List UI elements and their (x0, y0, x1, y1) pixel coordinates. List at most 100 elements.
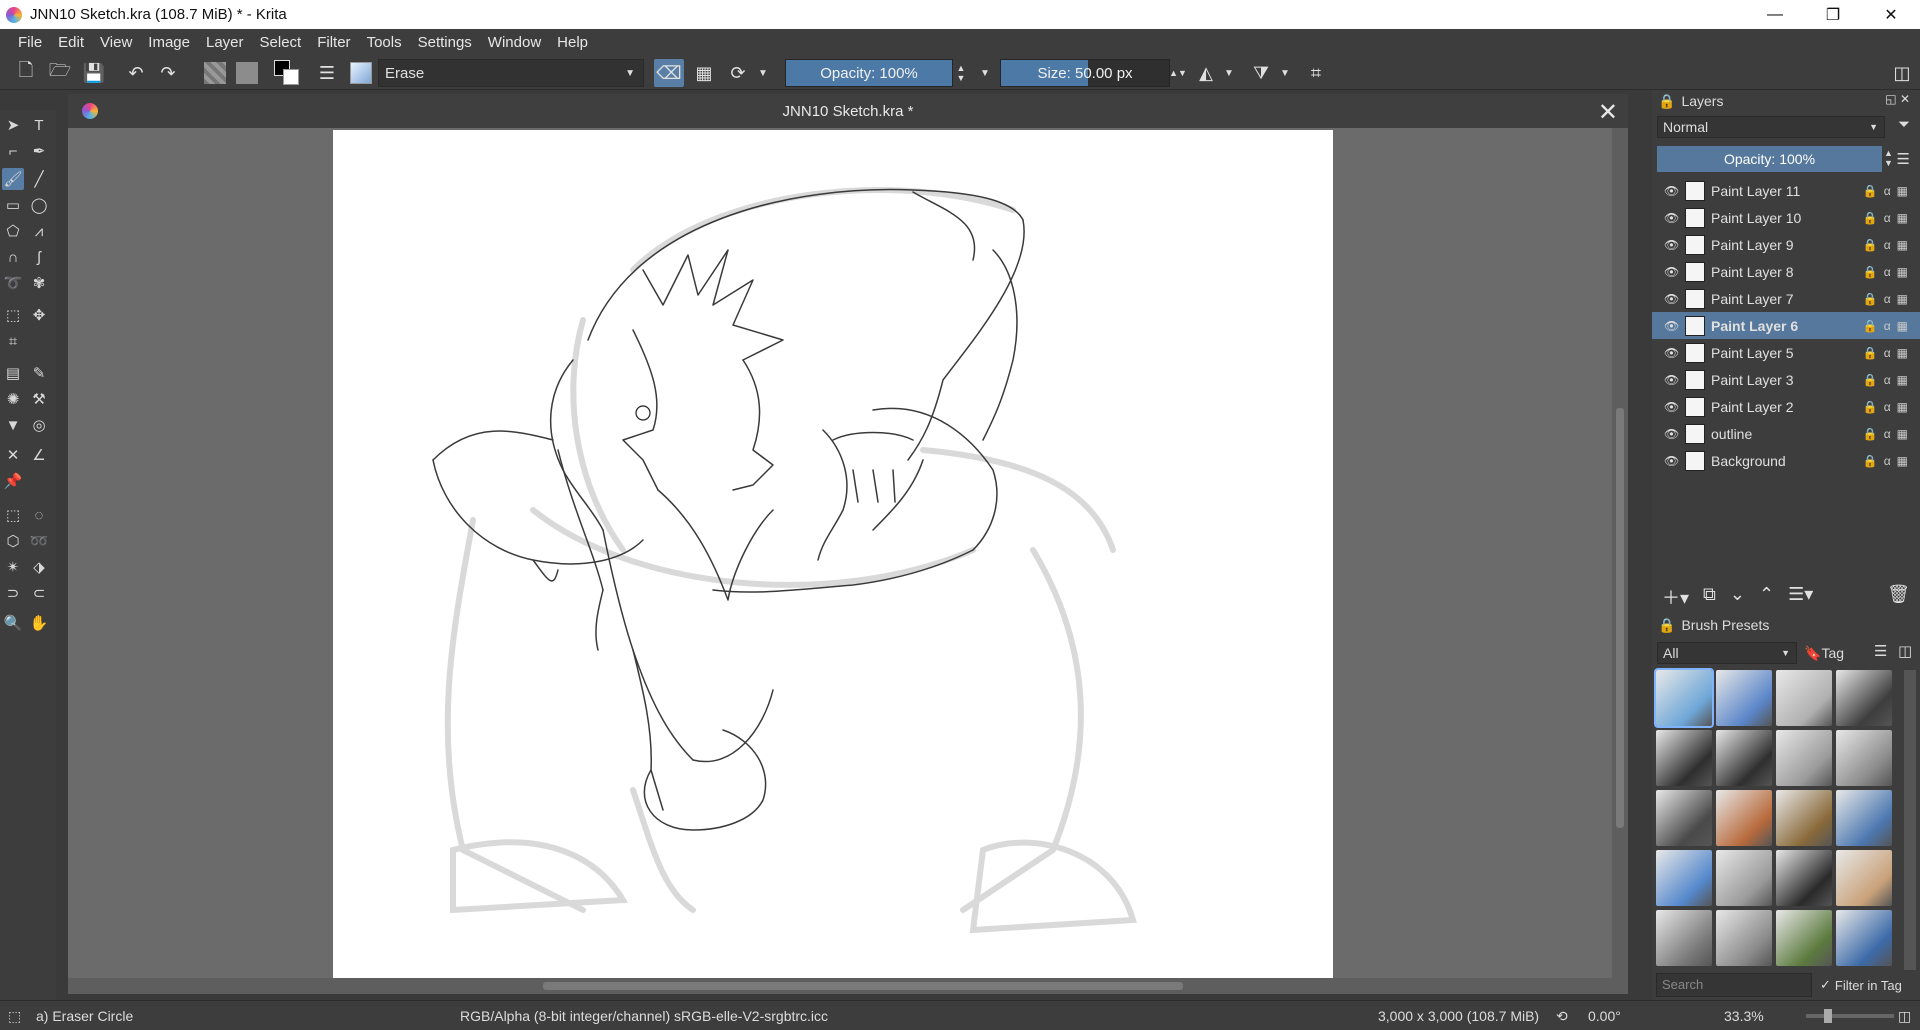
layer-row[interactable]: 👁 Paint Layer 2 🔒α▦ (1652, 393, 1920, 420)
menu-layer[interactable]: Layer (198, 34, 252, 51)
pattern-selector-icon[interactable] (234, 59, 260, 87)
zoom-slider-handle[interactable] (1824, 1009, 1832, 1023)
layer-property-icons[interactable]: 🔒α▦ (1863, 346, 1914, 360)
polygon-select-icon[interactable]: ⬡ (2, 530, 24, 552)
brush-preset-item[interactable] (1836, 790, 1892, 846)
delete-layer-icon[interactable]: 🗑 (1887, 584, 1910, 605)
brush-preset-item[interactable] (1656, 910, 1712, 966)
menu-help[interactable]: Help (549, 34, 596, 51)
layer-row[interactable]: 👁 Paint Layer 8 🔒α▦ (1652, 258, 1920, 285)
preserve-alpha-icon[interactable]: ▦ (690, 59, 718, 87)
brush-preset-item[interactable] (1776, 850, 1832, 906)
layer-opacity-stepper[interactable]: ▲ ▼ (1884, 148, 1893, 168)
visibility-eye-icon[interactable]: 👁 (1664, 184, 1679, 198)
calligraphy-icon[interactable]: ✒ (28, 140, 50, 162)
add-layer-icon[interactable]: ＋▾ (1662, 584, 1689, 610)
layer-property-icons[interactable]: 🔒α▦ (1863, 265, 1914, 279)
color-picker-icon[interactable]: ✎ (28, 362, 50, 384)
reload-preset-icon[interactable]: ⟳ (724, 59, 752, 87)
move-layer-down-icon[interactable]: ⌄ (1730, 584, 1745, 610)
brush-preset-item[interactable] (1716, 670, 1772, 726)
bezier-select-icon[interactable]: ⊃ (2, 582, 24, 604)
similar-color-select-icon[interactable]: ⬗ (28, 556, 50, 578)
filter-in-tag-checkbox[interactable]: ✓ Filter in Tag (1820, 977, 1902, 993)
layer-property-icons[interactable]: 🔒α▦ (1863, 184, 1914, 198)
reference-images-icon[interactable]: 📌 (2, 470, 24, 492)
gradient-tool-icon[interactable]: ▤ (2, 362, 24, 384)
visibility-eye-icon[interactable]: 👁 (1664, 292, 1679, 306)
brush-settings-icon[interactable]: ☰ (313, 59, 341, 87)
line-tool-icon[interactable]: ╱ (28, 168, 50, 190)
open-document-icon[interactable]: 🗁 (46, 59, 74, 87)
opacity-stepper[interactable]: ▲ ▼ (953, 59, 969, 87)
minimize-button[interactable]: — (1746, 0, 1804, 29)
fill-tool-icon[interactable]: ▼ (2, 414, 24, 436)
fullscreen-icon[interactable]: ◫ (1898, 1008, 1911, 1025)
undo-icon[interactable]: ↶ (122, 59, 150, 87)
freehand-brush-icon[interactable]: 🖌 (2, 168, 24, 190)
layer-menu-icon[interactable]: ☰ (1897, 150, 1910, 168)
select-shapes-icon[interactable]: ➤ (2, 114, 24, 136)
transform-tool-icon[interactable]: ⬚ (2, 304, 24, 326)
layer-property-icons[interactable]: 🔒α▦ (1863, 319, 1914, 333)
layer-properties-icon[interactable]: ☰▾ (1788, 584, 1813, 610)
dynamic-brush-icon[interactable]: ➰ (2, 272, 24, 294)
menu-file[interactable]: File (10, 34, 50, 51)
layer-row[interactable]: 👁 Paint Layer 6 🔒α▦ (1652, 312, 1920, 339)
polyline-tool-icon[interactable]: ⩘ (28, 220, 50, 242)
brush-preset-item[interactable] (1656, 730, 1712, 786)
scrollbar-thumb[interactable] (1616, 408, 1624, 828)
brush-preset-item[interactable] (1836, 850, 1892, 906)
layer-row[interactable]: 👁 Paint Layer 11 🔒α▦ (1652, 177, 1920, 204)
presets-scrollbar[interactable] (1904, 670, 1916, 970)
visibility-eye-icon[interactable]: 👁 (1664, 400, 1679, 414)
brush-preset-item[interactable] (1654, 668, 1714, 728)
crop-tool-icon[interactable]: ⌗ (2, 330, 24, 352)
assistant-tool-icon[interactable]: ⚒ (28, 388, 50, 410)
menu-window[interactable]: Window (480, 34, 549, 51)
brush-preset-item[interactable] (1716, 730, 1772, 786)
eraser-mode-icon[interactable]: ⌫ (654, 59, 684, 87)
restore-button[interactable]: ❐ (1804, 0, 1862, 29)
brush-preset-item[interactable] (1836, 670, 1892, 726)
gradient-selector-icon[interactable] (202, 59, 228, 87)
brush-name-field[interactable]: Erase ▼ (378, 59, 644, 87)
visibility-eye-icon[interactable]: 👁 (1664, 238, 1679, 252)
layer-row[interactable]: 👁 Paint Layer 3 🔒α▦ (1652, 366, 1920, 393)
layer-row[interactable]: 👁 Paint Layer 9 🔒α▦ (1652, 231, 1920, 258)
contiguous-select-icon[interactable]: ✴ (2, 556, 24, 578)
blend-mode-select[interactable]: Normal ▼ (1657, 116, 1885, 138)
preset-filter-select[interactable]: All ▼ (1657, 642, 1797, 664)
preset-search-input[interactable]: Search (1656, 973, 1812, 997)
ellipse-select-icon[interactable]: ◌ (28, 504, 50, 526)
polygon-tool-icon[interactable]: ⬠ (2, 220, 24, 242)
text-tool-icon[interactable]: T (28, 114, 50, 136)
drawing-canvas[interactable] (333, 130, 1333, 978)
visibility-eye-icon[interactable]: 👁 (1664, 373, 1679, 387)
multibrush-icon[interactable]: ✾ (28, 272, 50, 294)
pan-tool-icon[interactable]: ✋ (28, 612, 50, 634)
brush-preset-item[interactable] (1656, 790, 1712, 846)
tag-button[interactable]: 🔖Tag (1804, 642, 1854, 664)
move-layer-up-icon[interactable]: ⌃ (1759, 584, 1774, 610)
brush-preset-item[interactable] (1776, 730, 1832, 786)
chevron-down-icon[interactable]: ▼ (1278, 59, 1292, 87)
zoom-slider[interactable] (1806, 1009, 1894, 1023)
mirror-horizontal-icon[interactable]: ◭ (1192, 59, 1220, 87)
brush-preset-item[interactable] (1716, 850, 1772, 906)
layer-row[interactable]: 👁 Paint Layer 7 🔒α▦ (1652, 285, 1920, 312)
float-close-icons[interactable]: ◱ ✕ (1885, 92, 1910, 106)
new-document-icon[interactable]: 🗋 (12, 59, 40, 87)
brush-preset-item[interactable] (1776, 790, 1832, 846)
wrap-around-icon[interactable]: ⌗ (1302, 59, 1330, 87)
rectangle-tool-icon[interactable]: ▭ (2, 194, 24, 216)
rotation-icon[interactable]: ⟲ (1556, 1008, 1568, 1025)
brush-preset-item[interactable] (1656, 850, 1712, 906)
visibility-eye-icon[interactable]: 👁 (1664, 346, 1679, 360)
visibility-eye-icon[interactable]: 👁 (1664, 211, 1679, 225)
mirror-vertical-icon[interactable]: ⧩ (1247, 59, 1275, 87)
scrollbar-thumb[interactable] (543, 982, 1183, 990)
layer-property-icons[interactable]: 🔒α▦ (1863, 211, 1914, 225)
layer-opacity-slider[interactable]: Opacity: 100% (1657, 146, 1882, 172)
opacity-slider[interactable]: Opacity: 100% (785, 59, 953, 87)
